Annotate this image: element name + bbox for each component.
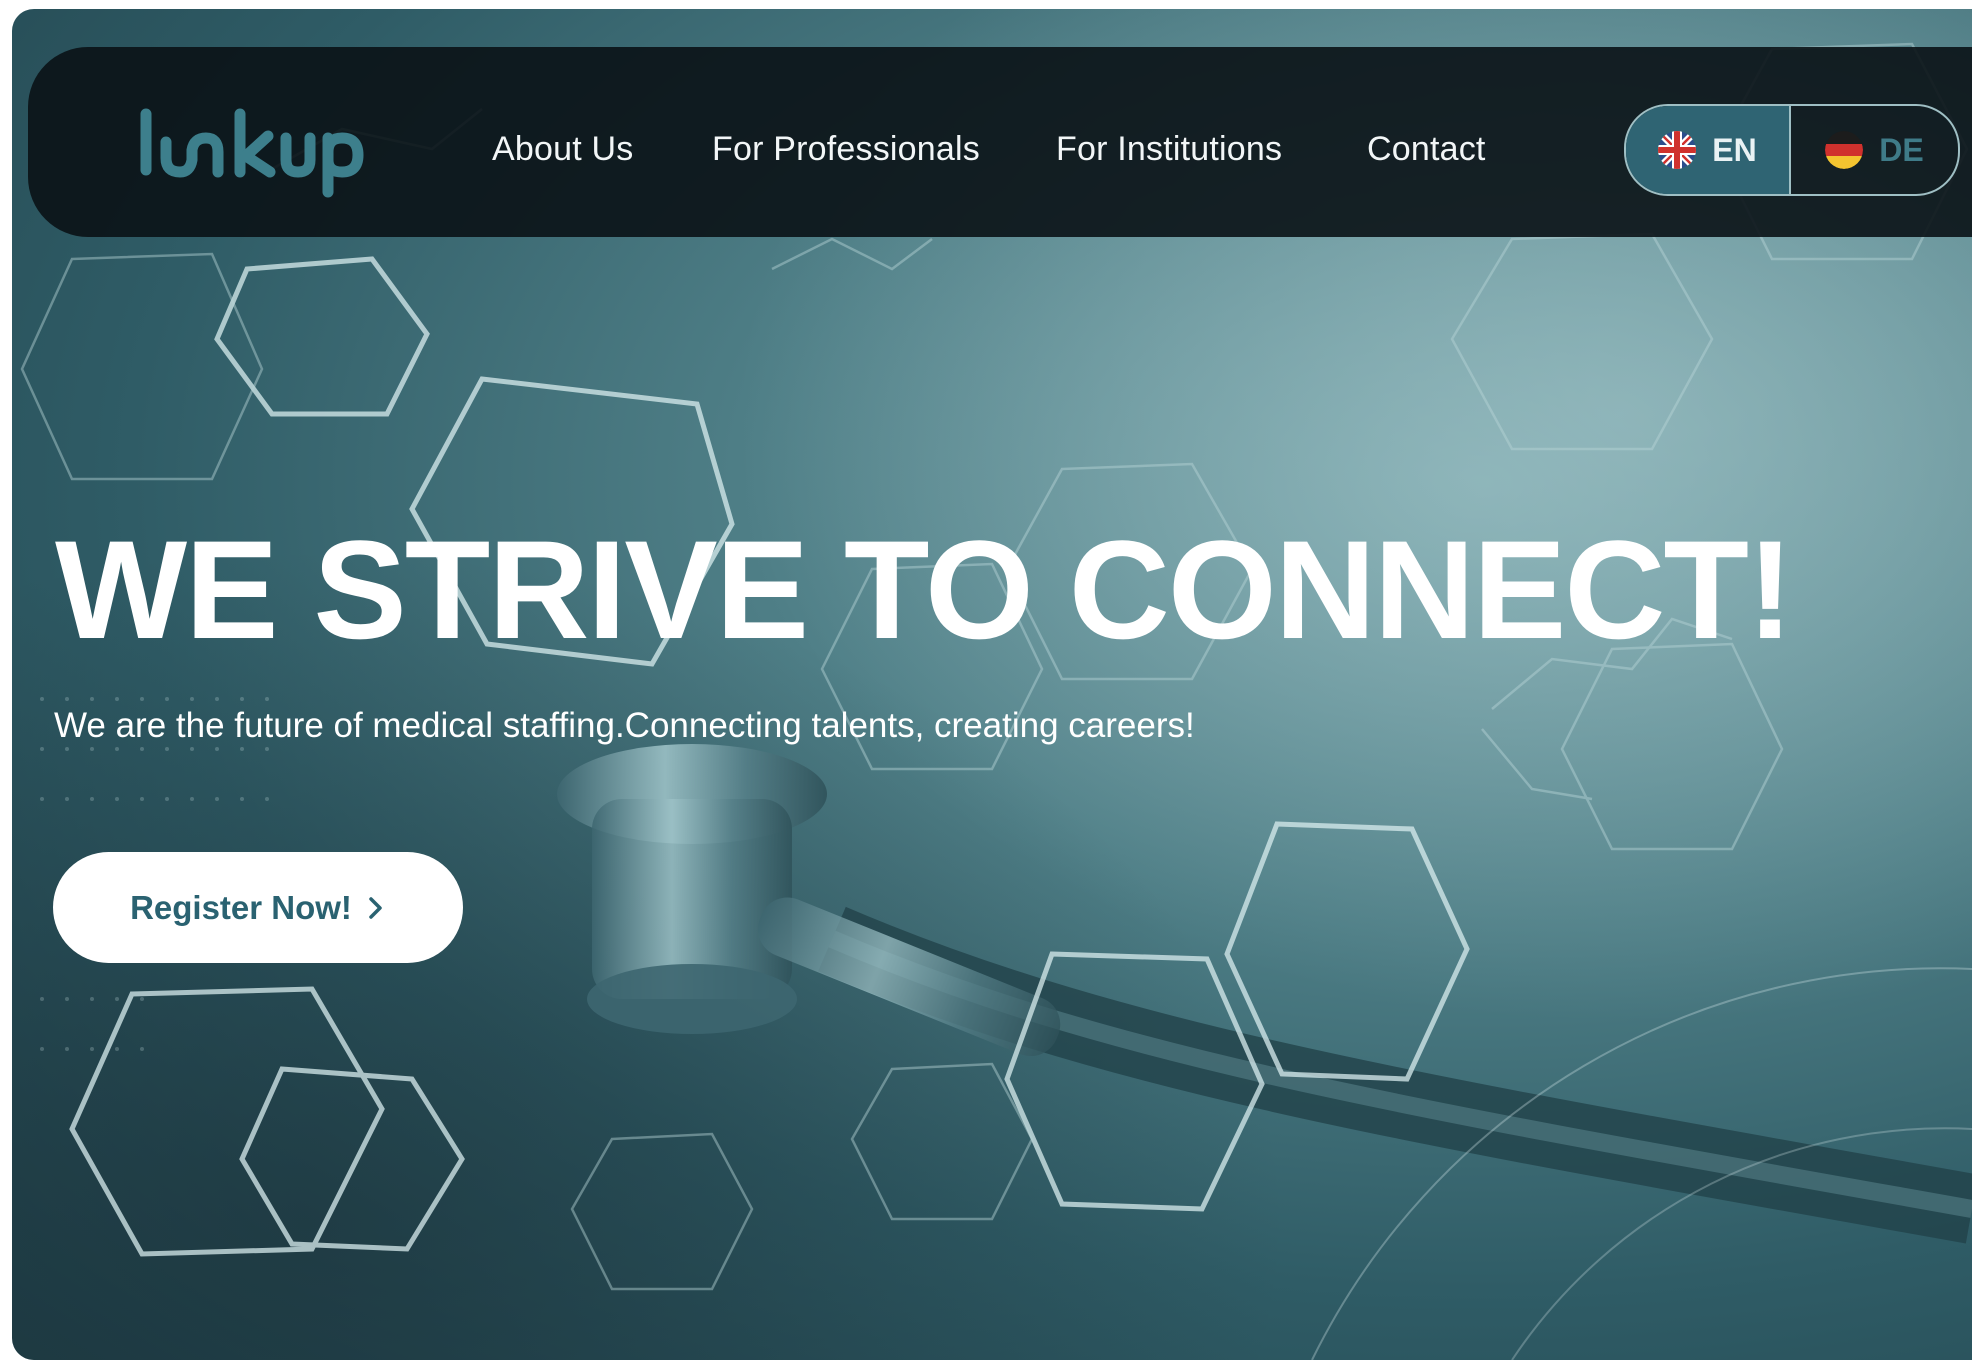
nav-for-institutions-link[interactable]: For Institutions [1056,130,1282,169]
uk-flag-icon [1658,131,1697,169]
nav-about-us-link[interactable]: About Us [492,130,633,169]
hero-title: WE STRIVE TO CONNECT! [55,511,1794,668]
chevron-right-icon [369,896,382,919]
germany-flag-icon [1825,131,1864,169]
language-option-en[interactable]: EN [1626,106,1792,194]
hero-subtitle: We are the future of medical staffing.Co… [54,706,1195,745]
linkup-logo[interactable] [128,100,368,210]
language-label-de: DE [1879,131,1924,168]
register-now-label: Register Now! [130,888,352,926]
nav-contact-link[interactable]: Contact [1367,130,1486,169]
language-label-en: EN [1712,131,1757,168]
nav-for-professionals-link[interactable]: For Professionals [712,130,980,169]
register-now-button[interactable]: Register Now! [53,852,463,963]
language-switcher: EN DE [1624,104,1960,196]
language-option-de[interactable]: DE [1791,106,1958,194]
